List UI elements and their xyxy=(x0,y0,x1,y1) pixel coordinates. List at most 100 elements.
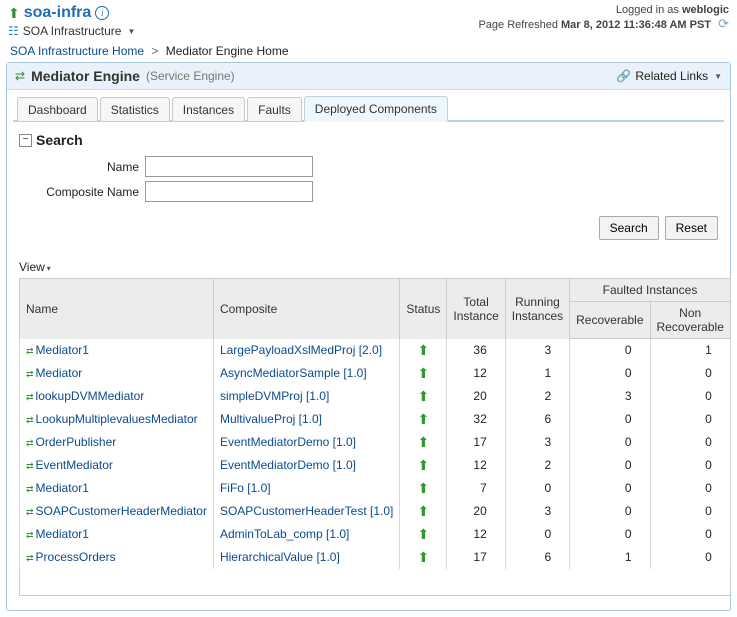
status-up-icon: ⬆ xyxy=(406,503,440,520)
composite-link[interactable]: SOAPCustomerHeaderTest [1.0] xyxy=(220,504,393,518)
non-recoverable-cell: 0 xyxy=(650,500,730,523)
panel-subtitle: (Service Engine) xyxy=(146,69,235,83)
non-recoverable-cell: 0 xyxy=(650,454,730,477)
status-up-icon: ⬆ xyxy=(406,480,440,497)
total-instance-cell: 36 xyxy=(447,339,505,362)
non-recoverable-cell: 0 xyxy=(650,431,730,454)
mediator-row-icon: ⇄ xyxy=(26,484,34,494)
infra-icon: ☷ xyxy=(8,24,19,38)
total-instance-cell: 12 xyxy=(447,454,505,477)
total-instance-cell: 20 xyxy=(447,385,505,408)
search-button[interactable]: Search xyxy=(599,216,659,240)
running-instances-cell: 0 xyxy=(505,523,569,546)
col-faulted-group: Faulted Instances xyxy=(570,279,731,302)
composite-link[interactable]: MultivalueProj [1.0] xyxy=(220,412,322,426)
composite-link[interactable]: FiFo [1.0] xyxy=(220,481,271,495)
status-up-icon: ⬆ xyxy=(406,342,440,359)
col-recoverable[interactable]: Recoverable xyxy=(570,302,650,339)
recoverable-cell: 0 xyxy=(570,339,650,362)
component-name-link[interactable]: ProcessOrders xyxy=(36,550,116,564)
status-up-icon: ⬆ xyxy=(406,434,440,451)
non-recoverable-cell: 0 xyxy=(650,477,730,500)
col-name[interactable]: Name xyxy=(20,279,214,339)
mediator-icon: ⇄ xyxy=(15,69,25,83)
table-row: ⇄LookupMultiplevaluesMediator MultivalueP… xyxy=(20,408,731,431)
recoverable-cell: 0 xyxy=(570,454,650,477)
composite-link[interactable]: EventMediatorDemo [1.0] xyxy=(220,435,356,449)
table-row: ⇄Mediator1AdminToLab_comp [1.0]⬆12000 xyxy=(20,523,731,546)
table-row: ⇄OrderPublisherEventMediatorDemo [1.0]⬆1… xyxy=(20,431,731,454)
composite-name-field-label: Composite Name xyxy=(19,185,145,199)
component-name-link[interactable]: Mediator xyxy=(36,366,83,380)
component-name-link[interactable]: lookupDVMMediator xyxy=(36,389,145,403)
running-instances-cell: 2 xyxy=(505,454,569,477)
composite-link[interactable]: AdminToLab_comp [1.0] xyxy=(220,527,349,541)
table-row: ⇄lookupDVMMediatorsimpleDVMProj [1.0]⬆20… xyxy=(20,385,731,408)
related-links-label: Related Links xyxy=(635,69,708,83)
refresh-icon[interactable]: ⟳ xyxy=(718,16,729,31)
total-instance-cell: 12 xyxy=(447,362,505,385)
col-status[interactable]: Status xyxy=(400,279,447,339)
composite-link[interactable]: simpleDVMProj [1.0] xyxy=(220,389,329,403)
logged-in-text: Logged in as weblogic xyxy=(478,4,729,16)
tab-deployed-components[interactable]: Deployed Components xyxy=(304,96,448,122)
page-refreshed-time: Mar 8, 2012 11:36:48 AM PST xyxy=(561,19,711,31)
info-icon[interactable]: i xyxy=(95,6,109,20)
running-instances-cell: 3 xyxy=(505,500,569,523)
status-up-icon: ⬆ xyxy=(406,457,440,474)
component-name-link[interactable]: Mediator1 xyxy=(36,527,89,541)
view-menu-label: View xyxy=(19,260,45,274)
collapse-toggle-icon[interactable]: − xyxy=(19,134,32,147)
total-instance-cell: 17 xyxy=(447,431,505,454)
col-total-instance[interactable]: Total Instance xyxy=(447,279,505,339)
component-name-link[interactable]: Mediator1 xyxy=(36,481,89,495)
composite-link[interactable]: LargePayloadXslMedProj [2.0] xyxy=(220,343,382,357)
total-instance-cell: 32 xyxy=(447,408,505,431)
non-recoverable-cell: 0 xyxy=(650,408,730,431)
composite-name-input[interactable] xyxy=(145,181,313,202)
non-recoverable-cell: 0 xyxy=(650,523,730,546)
reset-button[interactable]: Reset xyxy=(665,216,718,240)
component-name-link[interactable]: LookupMultiplevaluesMediator xyxy=(36,412,198,426)
component-name-link[interactable]: EventMediator xyxy=(36,458,113,472)
composite-link[interactable]: EventMediatorDemo [1.0] xyxy=(220,458,356,472)
context-menu[interactable]: ☷ SOA Infrastructure ▼ xyxy=(8,24,135,38)
table-row: ⇄Mediator1LargePayloadXslMedProj [2.0]⬆3… xyxy=(20,339,731,362)
non-recoverable-cell: 0 xyxy=(650,362,730,385)
recoverable-cell: 0 xyxy=(570,408,650,431)
recoverable-cell: 3 xyxy=(570,385,650,408)
col-non-recoverable[interactable]: Non Recoverable xyxy=(650,302,730,339)
composite-link[interactable]: HierarchicalValue [1.0] xyxy=(220,550,340,564)
col-running-instances[interactable]: Running Instances xyxy=(505,279,569,339)
chevron-down-icon: ▼ xyxy=(127,27,135,36)
search-heading: Search xyxy=(36,132,83,148)
table-row: ⇄ProcessOrdersHierarchicalValue [1.0]⬆17… xyxy=(20,546,731,569)
mediator-row-icon: ⇄ xyxy=(26,415,34,425)
breadcrumb-home-link[interactable]: SOA Infrastructure Home xyxy=(10,44,144,58)
component-name-link[interactable]: Mediator1 xyxy=(36,343,89,357)
total-instance-cell: 7 xyxy=(447,477,505,500)
total-instance-cell: 20 xyxy=(447,500,505,523)
recoverable-cell: 0 xyxy=(570,477,650,500)
recoverable-cell: 0 xyxy=(570,500,650,523)
status-up-icon: ⬆ xyxy=(406,388,440,405)
view-menu[interactable]: View▾ xyxy=(19,260,718,274)
recoverable-cell: 1 xyxy=(570,546,650,569)
running-instances-cell: 3 xyxy=(505,339,569,362)
related-links-menu[interactable]: 🔗 Related Links ▼ xyxy=(616,69,722,83)
tab-statistics[interactable]: Statistics xyxy=(100,97,170,121)
col-composite[interactable]: Composite xyxy=(213,279,399,339)
chevron-down-icon: ▼ xyxy=(714,72,722,81)
panel-title: Mediator Engine xyxy=(31,68,140,84)
tab-faults[interactable]: Faults xyxy=(247,97,302,121)
page-context-title[interactable]: soa-infra xyxy=(24,4,92,22)
total-instance-cell: 12 xyxy=(447,523,505,546)
running-instances-cell: 3 xyxy=(505,431,569,454)
component-name-link[interactable]: OrderPublisher xyxy=(36,435,117,449)
tab-dashboard[interactable]: Dashboard xyxy=(17,97,98,121)
mediator-row-icon: ⇄ xyxy=(26,369,34,379)
name-input[interactable] xyxy=(145,156,313,177)
component-name-link[interactable]: SOAPCustomerHeaderMediator xyxy=(36,504,207,518)
composite-link[interactable]: AsyncMediatorSample [1.0] xyxy=(220,366,367,380)
tab-instances[interactable]: Instances xyxy=(172,97,245,121)
